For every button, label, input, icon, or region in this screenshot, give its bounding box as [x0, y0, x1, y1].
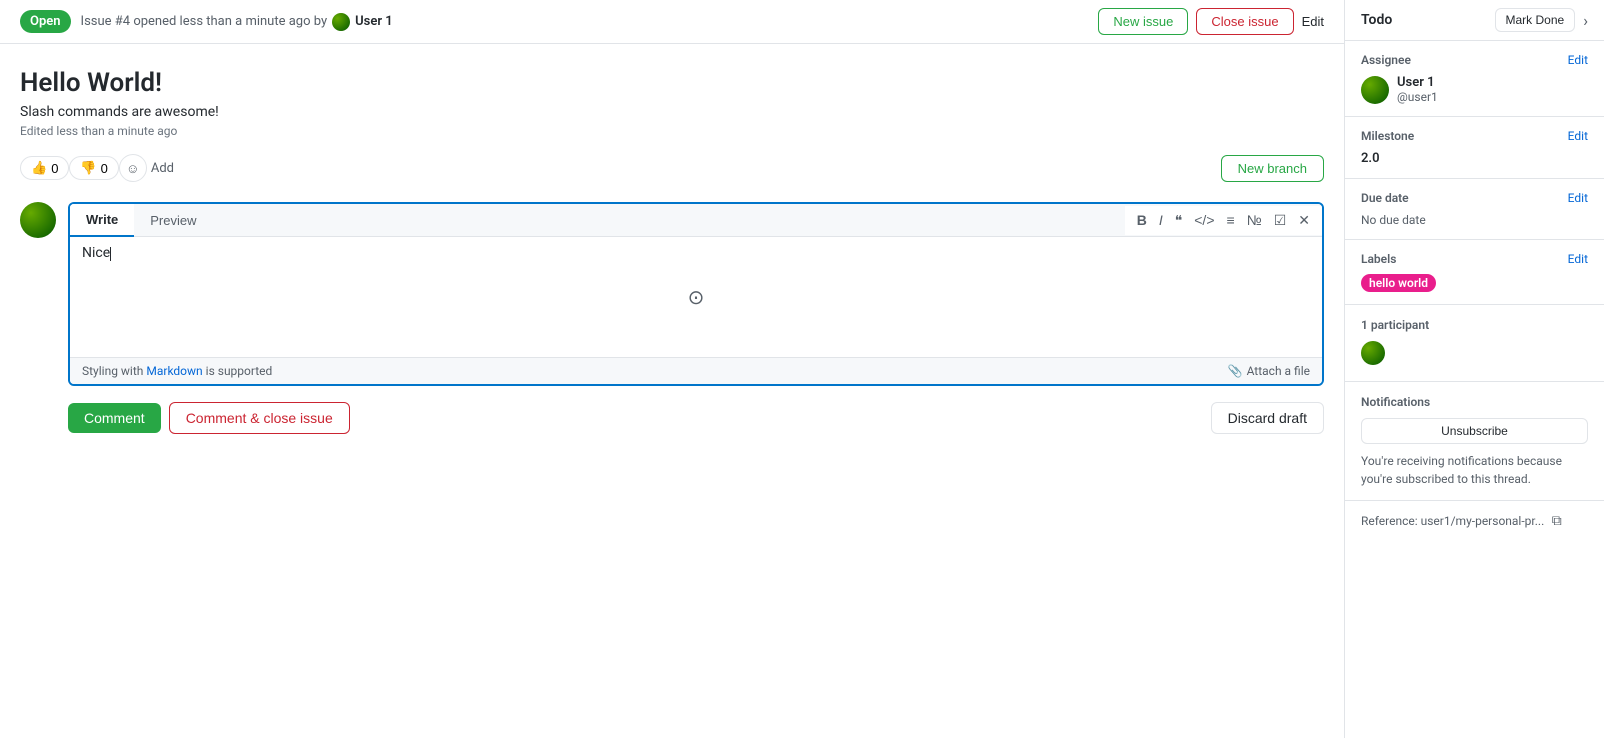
sidebar: Todo Mark Done › Assignee Edit User 1 @u… [1344, 0, 1604, 738]
assignee-name: User 1 [1397, 75, 1438, 90]
due-date-section: Due date Edit No due date [1345, 179, 1604, 240]
reference-text: Reference: user1/my-personal-pr... [1361, 514, 1544, 528]
comment-actions: Comment Comment & close issue Discard dr… [68, 402, 1324, 434]
user-avatar-small [332, 13, 350, 31]
assignee-section: Assignee Edit User 1 @user1 [1345, 41, 1604, 117]
issue-description: Slash commands are awesome! [20, 104, 1324, 120]
notifications-section: Notifications Unsubscribe You're receivi… [1345, 382, 1604, 501]
assignee-details: User 1 @user1 [1397, 75, 1438, 104]
comment-editor: Write Preview B I ❝ </> ≡ № ☑ [68, 202, 1324, 386]
milestone-value: 2.0 [1361, 151, 1588, 166]
issue-meta-text: Issue #4 opened less than a minute ago b… [81, 14, 328, 29]
issue-edited: Edited less than a minute ago [20, 124, 1324, 138]
bold-button[interactable]: B [1133, 210, 1151, 230]
assignee-avatar [1361, 76, 1389, 104]
thumbs-down-count: 0 [101, 161, 108, 176]
notifications-title: Notifications [1361, 395, 1430, 409]
thumbs-up-icon: 👍 [31, 160, 47, 176]
notification-info: You're receiving notifications because y… [1361, 452, 1588, 488]
author-username: User 1 [355, 14, 393, 29]
assignee-info: User 1 @user1 [1361, 75, 1588, 104]
hello-world-label[interactable]: hello world [1361, 274, 1436, 292]
reactions-bar: 👍 0 👎 0 ☺ Add New branch [20, 154, 1324, 182]
thumbs-down-button[interactable]: 👎 0 [69, 156, 118, 180]
mark-done-button[interactable]: Mark Done [1495, 8, 1576, 32]
editor-text: Nice [82, 245, 110, 261]
preview-tab[interactable]: Preview [134, 204, 212, 236]
labels-title: Labels [1361, 252, 1396, 266]
write-tab[interactable]: Write [70, 204, 134, 237]
sidebar-header: Todo Mark Done › [1345, 0, 1604, 41]
unsubscribe-button[interactable]: Unsubscribe [1361, 418, 1588, 444]
milestone-header: Milestone Edit [1361, 129, 1588, 143]
milestone-title: Milestone [1361, 129, 1414, 143]
add-reaction-button[interactable]: ☺ [119, 154, 147, 182]
checklist-button[interactable]: ☑ [1270, 210, 1291, 231]
commenter-avatar [20, 202, 56, 238]
thumbs-down-icon: 👎 [80, 160, 96, 176]
copy-icon[interactable]: ⧉ [1552, 513, 1562, 529]
labels-edit-link[interactable]: Edit [1568, 252, 1588, 266]
editor-content[interactable]: Nice ⊙ [70, 237, 1322, 357]
markdown-link[interactable]: Markdown [146, 364, 202, 378]
markdown-support-text: Styling with Markdown is supported [82, 364, 272, 378]
open-badge: Open [20, 10, 71, 33]
issue-header-bar: Open Issue #4 opened less than a minute … [0, 0, 1344, 44]
close-editor-button[interactable]: ✕ [1294, 210, 1314, 231]
italic-button[interactable]: I [1155, 210, 1167, 230]
thumbs-up-count: 0 [51, 161, 58, 176]
edit-button[interactable]: Edit [1302, 14, 1324, 29]
thumbs-up-button[interactable]: 👍 0 [20, 156, 69, 180]
cursor-icon: ⊙ [688, 285, 705, 309]
issue-title: Hello World! [20, 68, 1324, 98]
close-issue-button[interactable]: Close issue [1196, 8, 1293, 35]
milestone-edit-link[interactable]: Edit [1568, 129, 1588, 143]
due-date-title: Due date [1361, 191, 1409, 205]
styling-text: Styling with [82, 364, 143, 378]
reference-section: Reference: user1/my-personal-pr... ⧉ [1345, 501, 1604, 541]
issue-body: Hello World! Slash commands are awesome!… [20, 44, 1324, 450]
text-cursor [110, 247, 111, 261]
assignee-edit-link[interactable]: Edit [1568, 53, 1588, 67]
participant-avatar [1361, 341, 1385, 365]
editor-tabs: Write Preview [70, 204, 213, 236]
comment-close-button[interactable]: Comment & close issue [169, 402, 350, 434]
due-date-edit-link[interactable]: Edit [1568, 191, 1588, 205]
due-date-header: Due date Edit [1361, 191, 1588, 205]
smiley-icon: ☺ [126, 161, 140, 176]
issue-meta: Issue #4 opened less than a minute ago b… [81, 13, 1099, 31]
chevron-right-icon[interactable]: › [1583, 11, 1588, 30]
participants-section: 1 participant [1345, 305, 1604, 382]
discard-draft-button[interactable]: Discard draft [1211, 402, 1324, 434]
new-issue-button[interactable]: New issue [1098, 8, 1188, 35]
labels-header: Labels Edit [1361, 252, 1588, 266]
assignee-header: Assignee Edit [1361, 53, 1588, 67]
comment-button[interactable]: Comment [68, 403, 161, 433]
due-date-value: No due date [1361, 213, 1588, 227]
editor-footer: Styling with Markdown is supported 📎 Att… [70, 357, 1322, 384]
quote-button[interactable]: ❝ [1171, 210, 1187, 231]
todo-title: Todo [1361, 12, 1487, 28]
paperclip-icon: 📎 [1228, 364, 1243, 378]
header-actions: New issue Close issue Edit [1098, 8, 1324, 35]
unordered-list-button[interactable]: ≡ [1223, 210, 1239, 230]
labels-section: Labels Edit hello world [1345, 240, 1604, 305]
milestone-section: Milestone Edit 2.0 [1345, 117, 1604, 179]
editor-toolbar: B I ❝ </> ≡ № ☑ ✕ [1125, 206, 1322, 235]
attach-file-button[interactable]: 📎 Attach a file [1228, 364, 1310, 378]
code-button[interactable]: </> [1190, 210, 1218, 230]
add-reaction-label: Add [151, 161, 174, 176]
attach-label: Attach a file [1247, 364, 1310, 378]
participants-count: 1 participant [1361, 318, 1429, 332]
assignee-title: Assignee [1361, 53, 1411, 67]
supported-text: is supported [206, 364, 273, 378]
main-content: Hello World! Slash commands are awesome!… [0, 44, 1344, 738]
new-branch-button[interactable]: New branch [1221, 155, 1324, 182]
ordered-list-button[interactable]: № [1243, 210, 1266, 230]
comment-section: Write Preview B I ❝ </> ≡ № ☑ [20, 202, 1324, 386]
assignee-handle: @user1 [1397, 90, 1438, 104]
